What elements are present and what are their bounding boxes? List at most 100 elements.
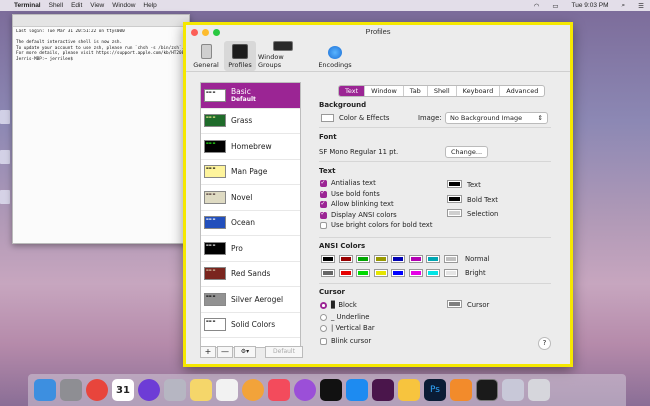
control-center-icon[interactable]: ☰ — [638, 2, 644, 10]
photoshop-icon[interactable]: Ps — [424, 379, 446, 401]
blink-cursor-checkbox[interactable] — [320, 338, 327, 345]
ansi-color-well[interactable] — [356, 255, 370, 263]
terminal-title-bar[interactable] — [13, 15, 189, 27]
general-icon — [200, 44, 212, 59]
desktop-file-icon[interactable] — [0, 110, 10, 124]
help-button[interactable]: ? — [538, 337, 551, 350]
launchpad-icon[interactable] — [164, 379, 186, 401]
toolbar-profiles[interactable]: Profiles — [224, 41, 256, 71]
desktop-file-icon[interactable] — [0, 190, 10, 204]
downloads-icon[interactable] — [502, 379, 524, 401]
calendar-icon[interactable]: 31 — [112, 379, 134, 401]
ansi-color-well[interactable] — [426, 269, 440, 277]
profile-item[interactable]: ▬▬ ▬ Pro — [201, 236, 300, 262]
profile-item[interactable]: ▬▬ ▬ Silver Aerogel — [201, 287, 300, 313]
tab-shell[interactable]: Shell — [428, 86, 457, 96]
app-store-icon[interactable] — [346, 379, 368, 401]
profile-item[interactable]: ▬▬ ▬ Basic Default — [201, 83, 300, 109]
slack-icon[interactable] — [372, 379, 394, 401]
cursor-style-radio[interactable] — [320, 302, 327, 309]
text-option-checkbox[interactable] — [320, 200, 327, 209]
tab-keyboard[interactable]: Keyboard — [457, 86, 501, 96]
remove-profile-button[interactable]: — — [217, 346, 233, 358]
system-preferences-icon[interactable] — [60, 379, 82, 401]
toolbar-encodings[interactable]: Encodings — [310, 41, 360, 71]
ansi-color-well[interactable] — [391, 255, 405, 263]
cursor-style-radio[interactable] — [320, 325, 327, 332]
profile-list[interactable]: ▬▬ ▬ Basic Default ▬▬ ▬ Grass ▬▬ ▬ Homebrew ▬▬ … — [200, 82, 301, 348]
ansi-color-well[interactable] — [338, 255, 353, 263]
background-color-well[interactable] — [321, 114, 334, 122]
text-color-well[interactable] — [447, 209, 462, 217]
trash-icon[interactable] — [528, 379, 550, 401]
text-option-checkbox[interactable] — [320, 189, 327, 198]
finder-icon[interactable] — [34, 379, 56, 401]
podcasts-icon[interactable] — [294, 379, 316, 401]
profile-item[interactable]: ▬▬ ▬ Ocean — [201, 211, 300, 236]
text-option-checkbox[interactable] — [320, 222, 327, 230]
ansi-color-well[interactable] — [391, 269, 405, 277]
window-title-bar[interactable]: Profiles — [186, 25, 570, 39]
siri-icon[interactable] — [138, 379, 160, 401]
menu-view[interactable]: View — [90, 2, 104, 9]
menu-window[interactable]: Window — [112, 2, 135, 9]
notes-icon[interactable] — [190, 379, 212, 401]
ansi-color-well[interactable] — [408, 255, 423, 263]
cursor-color-well[interactable] — [447, 300, 462, 308]
menu-terminal[interactable]: Terminal — [14, 2, 41, 9]
toolbar-window-groups[interactable]: Window Groups — [258, 41, 308, 71]
photos-icon[interactable] — [242, 379, 264, 401]
minimize-icon[interactable] — [202, 29, 209, 36]
wifi-icon[interactable]: ◠ — [534, 2, 540, 10]
profile-item[interactable]: ▬▬ ▬ Red Sands — [201, 262, 300, 287]
cursor-style-radio[interactable] — [320, 313, 327, 321]
tab-advanced[interactable]: Advanced — [500, 86, 544, 96]
tab-text[interactable]: Text — [339, 86, 366, 96]
tab-window[interactable]: Window — [365, 86, 404, 96]
profile-item[interactable]: ▬▬ ▬ Solid Colors — [201, 313, 300, 338]
profile-item[interactable]: ▬▬ ▬ Grass — [201, 109, 300, 134]
ansi-color-well[interactable] — [443, 269, 458, 277]
music-icon[interactable] — [268, 379, 290, 401]
terminal-output[interactable]: Last login: Tue Mar 31 20:51:22 on ttys0… — [16, 29, 186, 63]
battery-icon[interactable]: ▭ — [552, 2, 558, 10]
profile-item[interactable]: ▬▬ ▬ Man Page — [201, 160, 300, 185]
chrome-icon[interactable] — [86, 379, 108, 401]
default-profile-button[interactable]: Default — [265, 346, 303, 358]
reminders-icon[interactable] — [216, 379, 238, 401]
ansi-color-well[interactable] — [321, 255, 335, 263]
gear-menu-button[interactable]: ⚙▾ — [234, 346, 256, 358]
text-color-well[interactable] — [447, 194, 462, 203]
close-icon[interactable] — [191, 29, 198, 36]
ansi-color-well[interactable] — [426, 255, 440, 263]
tab-tab[interactable]: Tab — [404, 86, 428, 96]
ansi-color-well[interactable] — [373, 269, 388, 277]
text-option-checkbox[interactable] — [320, 210, 327, 219]
background-image-select[interactable]: No Background Image ⇕ — [445, 112, 548, 124]
ansi-color-well[interactable] — [373, 255, 388, 263]
desktop-file-icon[interactable] — [0, 150, 10, 164]
change-font-button[interactable]: Change... — [445, 146, 489, 158]
profile-item[interactable]: ▬▬ ▬ Novel — [201, 185, 300, 211]
sketch-icon[interactable] — [398, 379, 420, 401]
ansi-color-well[interactable] — [356, 269, 370, 277]
add-profile-button[interactable]: + — [200, 346, 216, 358]
menu-edit[interactable]: Edit — [71, 2, 82, 9]
toolbar-general[interactable]: General — [190, 41, 222, 71]
text-color-well[interactable] — [447, 180, 462, 188]
ansi-color-well[interactable] — [321, 269, 335, 277]
terminal-icon[interactable] — [476, 379, 498, 401]
ansi-color-well[interactable] — [338, 269, 353, 277]
search-icon[interactable]: ⌕ — [622, 2, 626, 10]
ansi-color-well[interactable] — [443, 255, 458, 263]
menu-shell[interactable]: Shell — [49, 2, 63, 9]
ansi-color-well[interactable] — [408, 269, 423, 277]
terminal-window[interactable]: Last login: Tue Mar 31 20:51:22 on ttys0… — [12, 14, 190, 244]
menu-clock[interactable]: Tue 9:03 PM — [572, 2, 609, 9]
books-icon[interactable] — [450, 379, 472, 401]
text-option-checkbox[interactable] — [320, 179, 327, 187]
zoom-icon[interactable] — [213, 29, 220, 36]
profile-item[interactable]: ▬▬ ▬ Homebrew — [201, 134, 300, 160]
menu-help[interactable]: Help — [143, 2, 156, 9]
tv-icon[interactable] — [320, 379, 342, 401]
